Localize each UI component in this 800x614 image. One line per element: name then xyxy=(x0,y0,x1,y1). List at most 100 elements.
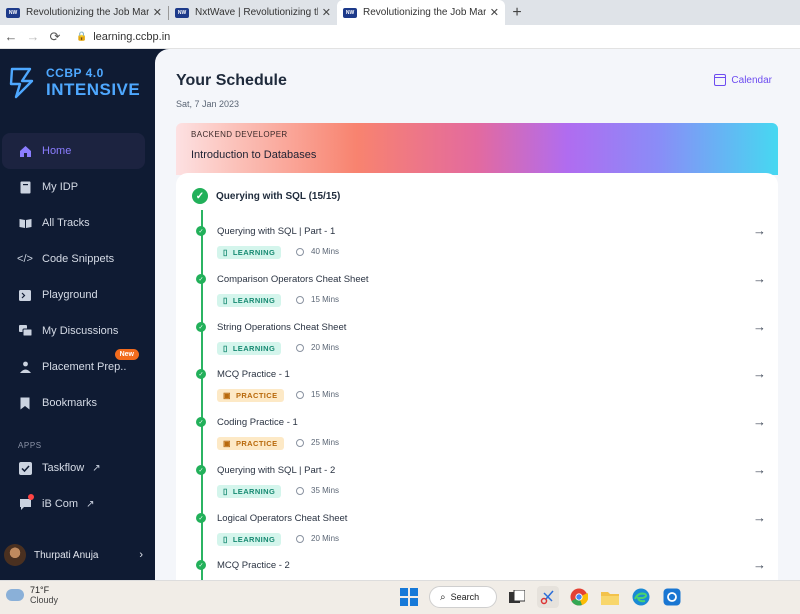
tab-title: NxtWave | Revolutionizing the Jo xyxy=(195,7,318,18)
browser-tab-active[interactable]: NW Revolutionizing the Job Market | ✕ xyxy=(337,0,505,25)
item-name: Comparison Operators Cheat Sheet xyxy=(217,274,369,285)
sidebar: CCBP 4.0 INTENSIVE Home My IDP All Track… xyxy=(0,49,155,580)
app-item-ib-com[interactable]: iB Com ↗ xyxy=(2,486,145,522)
check-circle-icon: ✓ xyxy=(192,188,208,204)
weather-temperature: 71°F xyxy=(30,585,50,595)
chevron-right-icon: › xyxy=(139,549,143,561)
cloud-icon xyxy=(6,589,24,601)
snipping-tool-icon[interactable] xyxy=(537,586,559,608)
close-icon[interactable]: ✕ xyxy=(153,6,162,19)
sidebar-item-label: Playground xyxy=(42,289,98,301)
duration-text: 20 Mins xyxy=(311,534,340,543)
schedule-item[interactable]: ✓ Coding Practice - 1 ▣ PRACTICE 25 Mins … xyxy=(196,414,766,462)
url-field[interactable]: 🔒 learning.ccbp.in xyxy=(76,31,170,43)
code-icon: </> xyxy=(17,253,33,265)
tab-title: Revolutionizing the Job Market | xyxy=(26,7,149,18)
new-tab-button[interactable]: + xyxy=(505,0,529,25)
windows-start-icon[interactable] xyxy=(398,586,420,608)
clock-icon xyxy=(296,390,304,399)
schedule-item[interactable]: ✓ Comparison Operators Cheat Sheet ▯ LEAR… xyxy=(196,271,766,319)
close-icon[interactable]: ✕ xyxy=(322,6,331,19)
sidebar-item-my-idp[interactable]: My IDP xyxy=(2,169,145,205)
sidebar-item-my-discussions[interactable]: My Discussions xyxy=(2,313,145,349)
schedule-card: ✓ Querying with SQL (15/15) ✓ Querying w… xyxy=(176,173,778,580)
app-item-taskflow[interactable]: Taskflow ↗ xyxy=(2,450,145,486)
app-item-label: Taskflow xyxy=(42,462,85,474)
os-taskbar: 71°F Cloudy ⌕ Search xyxy=(0,580,800,614)
logo-line2: INTENSIVE xyxy=(46,79,141,99)
duration-text: 40 Mins xyxy=(311,247,340,256)
learning-tag: ▯ LEARNING xyxy=(217,294,282,307)
user-name: Thurpati Anuja xyxy=(34,549,99,561)
arrow-right-icon[interactable]: → xyxy=(753,271,766,286)
sidebar-nav: Home My IDP All Tracks </> Code Snippets… xyxy=(2,133,145,421)
user-profile[interactable]: Thurpati Anuja › xyxy=(4,541,149,569)
store-app-icon[interactable] xyxy=(661,586,683,608)
clipboard-icon: ▣ xyxy=(223,439,231,448)
item-name: Querying with SQL | Part - 2 xyxy=(217,465,336,476)
tag-label: LEARNING xyxy=(232,487,276,496)
check-dot-icon: ✓ xyxy=(196,417,206,427)
sidebar-item-label: Code Snippets xyxy=(42,253,115,265)
arrow-right-icon[interactable]: → xyxy=(753,462,766,477)
close-icon[interactable]: ✕ xyxy=(490,6,499,19)
clock-icon xyxy=(296,486,304,495)
edge-icon[interactable] xyxy=(630,586,652,608)
sidebar-item-placement-prep[interactable]: Placement Prep.. New xyxy=(2,349,145,385)
taskflow-icon xyxy=(18,461,32,475)
new-badge: New xyxy=(114,349,139,360)
item-duration: 40 Mins xyxy=(296,247,339,256)
file-explorer-icon[interactable] xyxy=(599,586,621,608)
browser-tab[interactable]: NW NxtWave | Revolutionizing the Jo ✕ xyxy=(169,0,337,25)
schedule-item[interactable]: ✓ Logical Operators Cheat Sheet ▯ LEARNIN… xyxy=(196,510,766,558)
weather-widget[interactable]: 71°F Cloudy xyxy=(6,585,58,605)
schedule-item[interactable]: ✓ String Operations Cheat Sheet ▯ LEARNIN… xyxy=(196,319,766,367)
search-label: Search xyxy=(450,592,480,602)
learning-tag: ▯ LEARNING xyxy=(217,342,282,355)
schedule-item[interactable]: ✓ Querying with SQL | Part - 2 ▯ LEARNING… xyxy=(196,462,766,510)
arrow-right-icon[interactable]: → xyxy=(753,366,766,381)
sidebar-item-label: Placement Prep.. xyxy=(42,361,127,373)
module-title: Querying with SQL (15/15) xyxy=(216,190,341,202)
browser-tab[interactable]: NW Revolutionizing the Job Market | ✕ xyxy=(0,0,168,25)
clock-icon xyxy=(296,295,304,304)
forward-arrow-icon[interactable]: → xyxy=(22,29,44,44)
chrome-icon[interactable] xyxy=(568,586,590,608)
sidebar-item-bookmarks[interactable]: Bookmarks xyxy=(2,385,145,421)
sidebar-item-playground[interactable]: Playground xyxy=(2,277,145,313)
check-dot-icon: ✓ xyxy=(196,322,206,332)
taskbar-search-button[interactable]: ⌕ Search xyxy=(429,586,497,608)
nxtwave-favicon-icon: NW xyxy=(175,7,189,18)
course-banner: BACKEND DEVELOPER Introduction to Databa… xyxy=(176,123,778,175)
clock-icon xyxy=(296,247,304,256)
apps-list: Taskflow ↗ iB Com ↗ xyxy=(2,450,145,522)
book-icon: ▯ xyxy=(223,248,228,257)
ccbp-logo[interactable]: CCBP 4.0 INTENSIVE xyxy=(8,65,140,99)
book-icon: ▯ xyxy=(223,535,228,544)
arrow-right-icon[interactable]: → xyxy=(753,510,766,525)
terminal-icon xyxy=(18,288,32,302)
bookmark-icon xyxy=(18,396,32,410)
arrow-right-icon[interactable]: → xyxy=(753,319,766,334)
back-arrow-icon[interactable]: ← xyxy=(0,29,22,44)
learning-tag: ▯ LEARNING xyxy=(217,485,282,498)
reload-icon[interactable]: ⟳ xyxy=(44,29,66,45)
schedule-item[interactable]: ✓ Querying with SQL | Part - 1 ▯ LEARNING… xyxy=(196,223,766,271)
arrow-right-icon[interactable]: → xyxy=(753,414,766,429)
sidebar-item-all-tracks[interactable]: All Tracks xyxy=(2,205,145,241)
arrow-right-icon[interactable]: → xyxy=(753,557,766,572)
book-open-icon xyxy=(18,216,32,230)
arrow-right-icon[interactable]: → xyxy=(753,223,766,238)
sidebar-item-home[interactable]: Home xyxy=(2,133,145,169)
schedule-item[interactable]: ✓ MCQ Practice - 1 ▣ PRACTICE 15 Mins → xyxy=(196,366,766,414)
module-header[interactable]: ✓ Querying with SQL (15/15) xyxy=(192,188,340,204)
sidebar-item-label: Home xyxy=(42,145,72,157)
item-duration: 20 Mins xyxy=(296,343,339,352)
nxtwave-favicon-icon: NW xyxy=(6,7,20,18)
schedule-item[interactable]: ✓ MCQ Practice - 2 → xyxy=(196,557,766,580)
calendar-button[interactable]: Calendar xyxy=(714,74,772,86)
task-view-icon[interactable] xyxy=(506,586,528,608)
nxtwave-favicon-icon: NW xyxy=(343,7,357,18)
logo-line1: CCBP 4.0 xyxy=(46,65,104,80)
sidebar-item-code-snippets[interactable]: </> Code Snippets xyxy=(2,241,145,277)
